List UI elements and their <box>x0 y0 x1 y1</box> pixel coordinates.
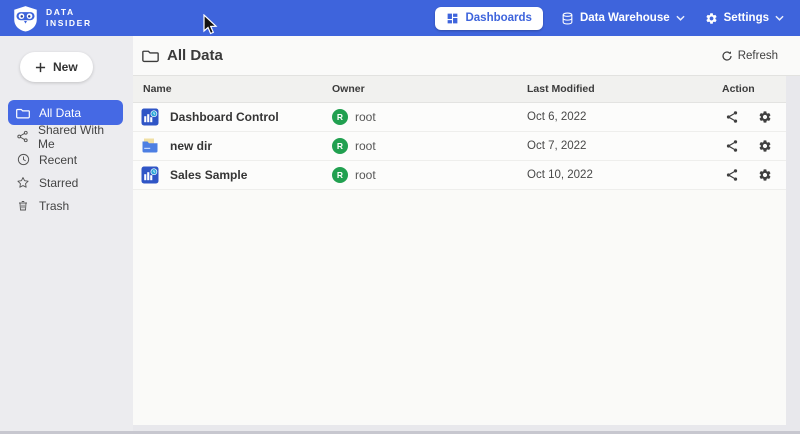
brand-line2: INSIDER <box>46 18 92 29</box>
gear-icon <box>758 168 772 182</box>
nav-settings-label: Settings <box>724 12 769 24</box>
header-nav: Dashboards Data Warehouse Settings <box>435 7 786 30</box>
dashboard-icon <box>446 12 459 25</box>
title-bar: All Data Refresh <box>133 36 800 76</box>
sidebar-item-label: Shared With Me <box>38 123 115 151</box>
directory-file-icon <box>141 137 159 155</box>
sidebar-item-starred[interactable]: Starred <box>8 171 123 194</box>
sidebar-item-label: All Data <box>39 106 81 120</box>
dashboard-file-icon <box>141 166 159 184</box>
gear-icon <box>758 110 772 124</box>
owner-name: root <box>355 110 376 124</box>
trash-icon <box>16 199 30 212</box>
last-modified-date: Oct 6, 2022 <box>527 111 722 123</box>
folder-icon <box>16 107 30 119</box>
plus-icon <box>35 62 46 73</box>
nav-dashboards-label: Dashboards <box>465 12 531 24</box>
brand-line1: DATA <box>46 7 92 18</box>
owner-avatar: R <box>332 167 348 183</box>
sidebar-item-recent[interactable]: Recent <box>8 148 123 171</box>
column-header-last-modified: Last Modified <box>527 83 722 95</box>
main-content: All Data Refresh Name Owner Last Modifie… <box>133 36 800 431</box>
owner-name: root <box>355 168 376 182</box>
settings-button[interactable] <box>756 166 774 184</box>
share-button[interactable] <box>723 137 741 155</box>
sidebar-list: All Data Shared With Me Recent Starred <box>0 100 133 217</box>
share-icon <box>725 110 739 124</box>
dashboard-file-icon <box>141 108 159 126</box>
table-header-row: Name Owner Last Modified Action <box>133 76 786 103</box>
share-icon <box>16 130 29 143</box>
share-icon <box>725 168 739 182</box>
file-name: new dir <box>170 139 212 153</box>
nav-dashboards-button[interactable]: Dashboards <box>435 7 542 30</box>
refresh-icon <box>721 50 733 62</box>
data-table: Name Owner Last Modified Action Das <box>133 76 786 425</box>
refresh-button[interactable]: Refresh <box>721 50 778 62</box>
sidebar-item-label: Trash <box>39 199 69 213</box>
owl-logo-icon <box>12 5 39 32</box>
file-name: Sales Sample <box>170 168 247 182</box>
nav-settings-button[interactable]: Settings <box>703 8 786 29</box>
brand-logo: DATA INSIDER <box>12 5 92 32</box>
sidebar-item-label: Starred <box>39 176 78 190</box>
last-modified-date: Oct 10, 2022 <box>527 169 722 181</box>
sidebar-item-trash[interactable]: Trash <box>8 194 123 217</box>
page-title: All Data <box>167 47 223 64</box>
settings-button[interactable] <box>756 108 774 126</box>
folder-icon <box>142 48 159 63</box>
table-row[interactable]: new dir R root Oct 7, 2022 <box>133 132 786 161</box>
column-header-owner: Owner <box>332 83 527 95</box>
sidebar: New All Data Shared With Me Recent <box>0 36 133 431</box>
column-header-action: Action <box>722 83 786 95</box>
share-button[interactable] <box>723 108 741 126</box>
share-button[interactable] <box>723 166 741 184</box>
file-name: Dashboard Control <box>170 110 279 124</box>
refresh-label: Refresh <box>738 50 778 62</box>
chevron-down-icon <box>676 15 685 21</box>
owner-avatar: R <box>332 138 348 154</box>
settings-button[interactable] <box>756 137 774 155</box>
last-modified-date: Oct 7, 2022 <box>527 140 722 152</box>
database-icon <box>561 12 574 25</box>
new-button[interactable]: New <box>20 52 93 82</box>
gear-icon <box>705 12 718 25</box>
sidebar-item-label: Recent <box>39 153 77 167</box>
nav-data-warehouse-label: Data Warehouse <box>580 12 670 24</box>
owner-avatar: R <box>332 109 348 125</box>
nav-data-warehouse-button[interactable]: Data Warehouse <box>559 8 687 29</box>
sidebar-item-all-data[interactable]: All Data <box>8 100 123 125</box>
sidebar-item-shared-with-me[interactable]: Shared With Me <box>8 125 123 148</box>
gear-icon <box>758 139 772 153</box>
share-icon <box>725 139 739 153</box>
star-icon <box>16 176 30 189</box>
chevron-down-icon <box>775 15 784 21</box>
column-header-name: Name <box>133 83 332 95</box>
new-button-label: New <box>53 60 78 74</box>
owner-name: root <box>355 139 376 153</box>
top-header: DATA INSIDER Dashboards Data Warehouse <box>0 0 800 36</box>
table-row[interactable]: Dashboard Control R root Oct 6, 2022 <box>133 103 786 132</box>
table-row[interactable]: Sales Sample R root Oct 10, 2022 <box>133 161 786 190</box>
clock-icon <box>16 153 30 166</box>
